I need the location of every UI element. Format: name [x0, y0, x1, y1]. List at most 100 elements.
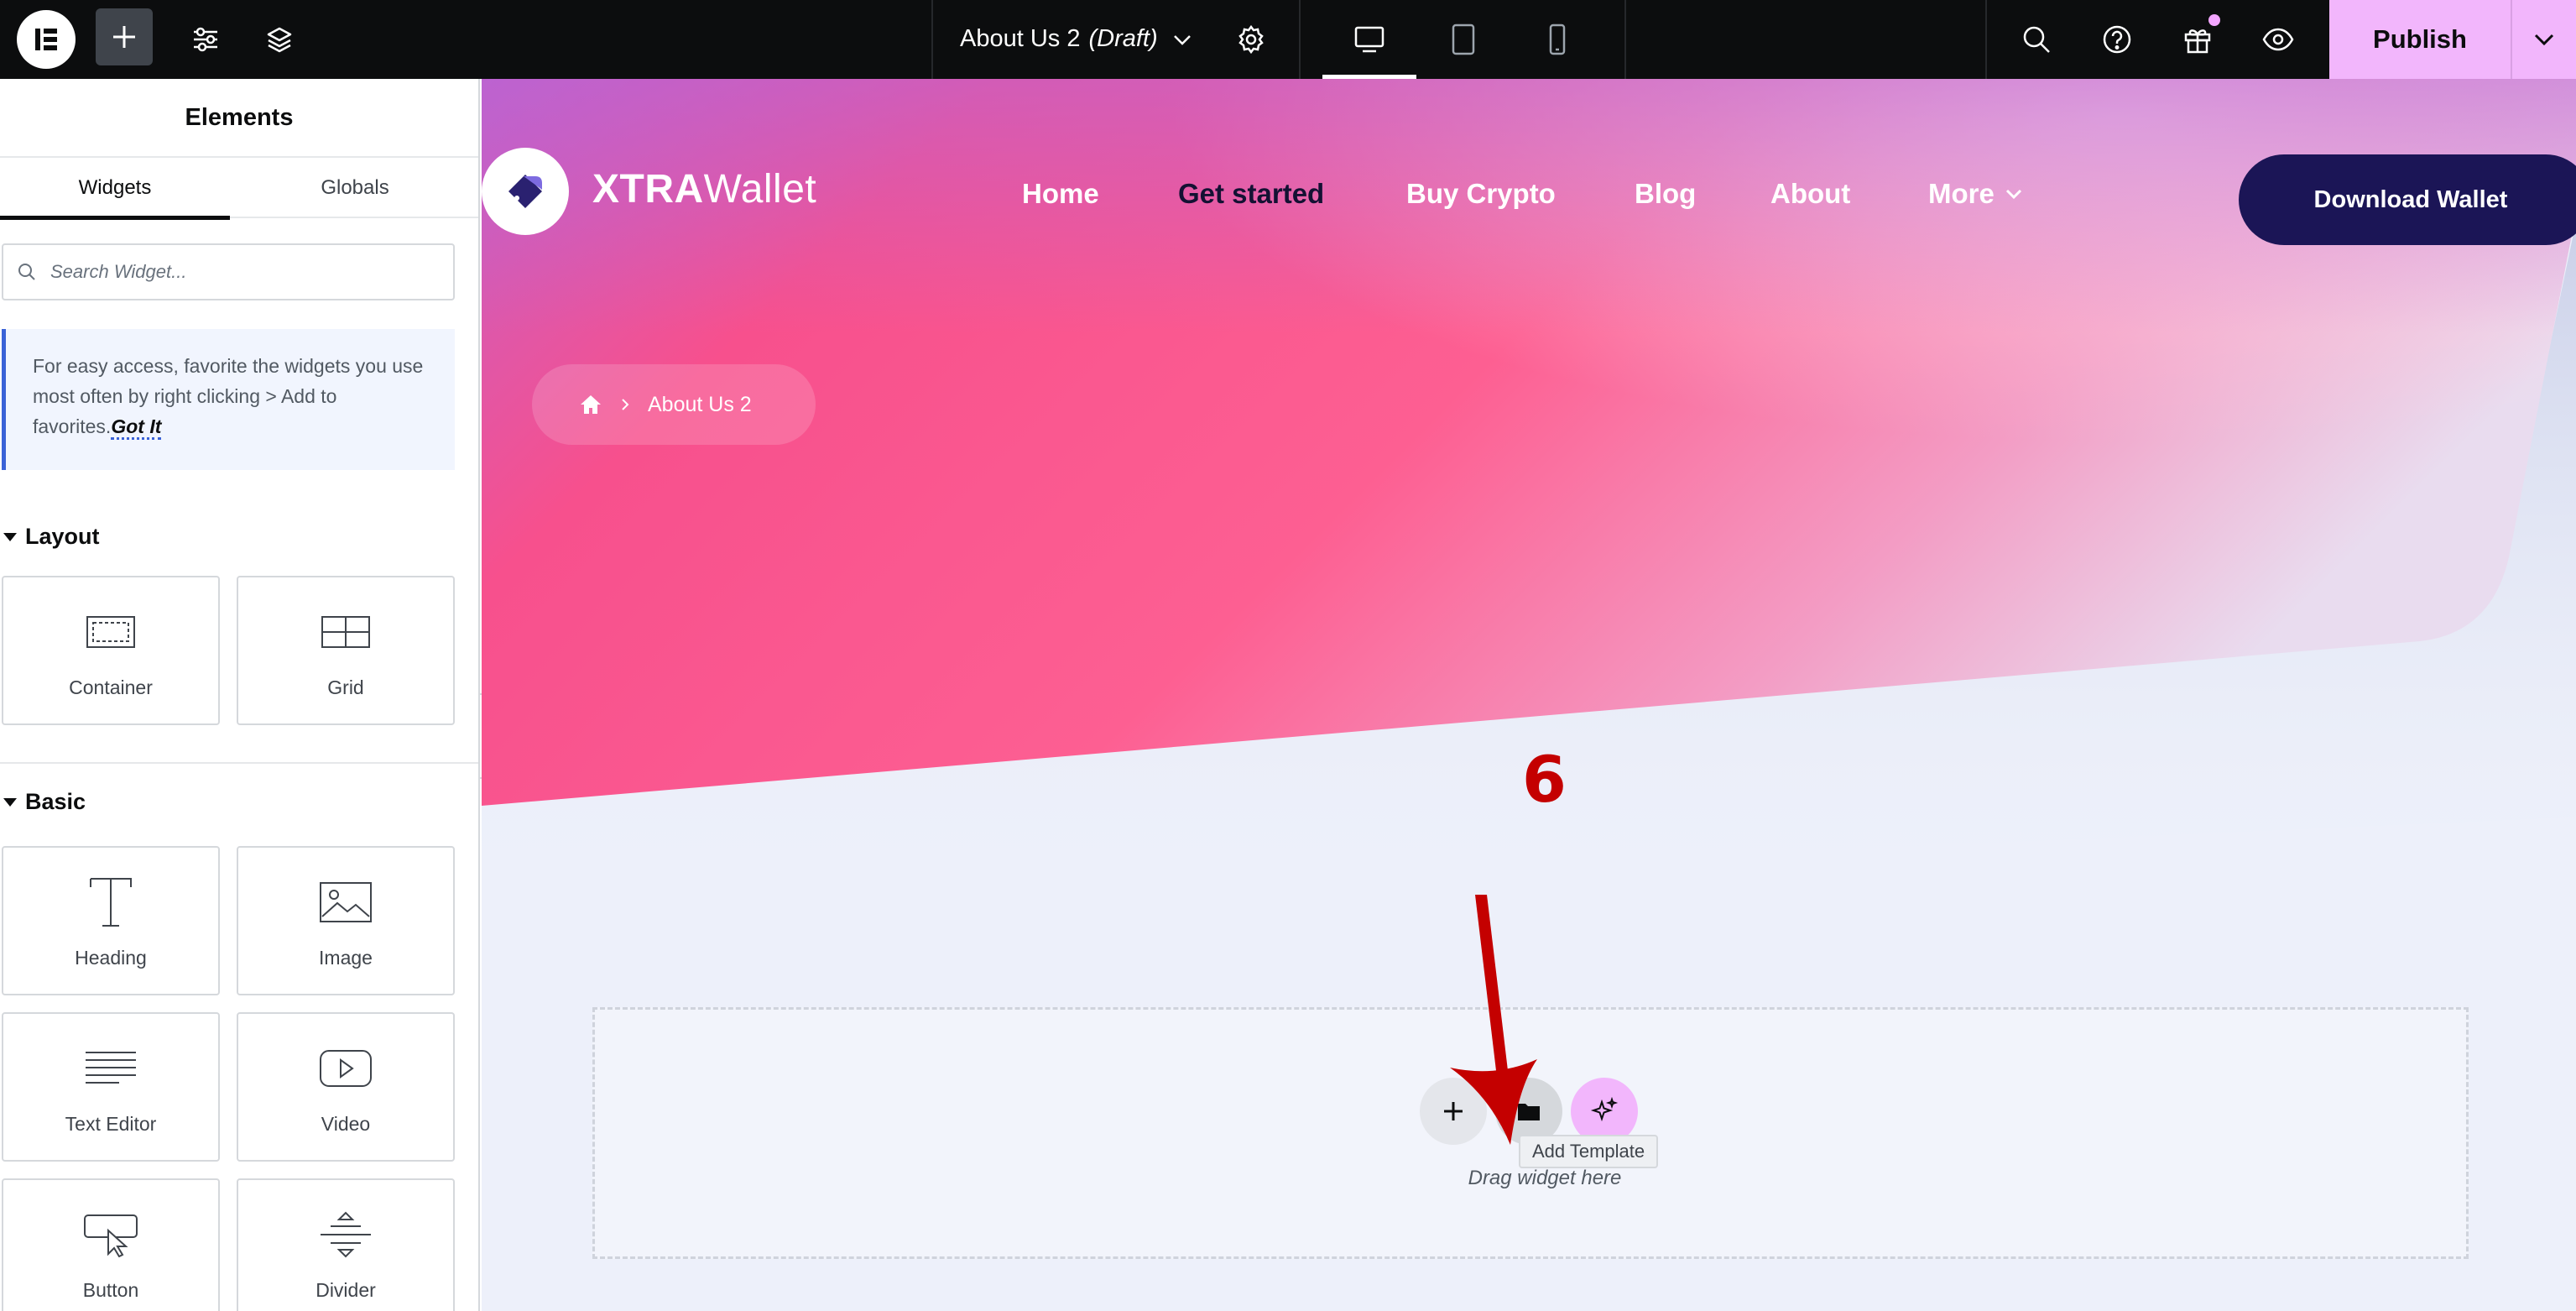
- publish-button[interactable]: Publish: [2329, 0, 2511, 79]
- chevron-down-icon: [2534, 34, 2554, 46]
- nav-about[interactable]: About: [1770, 178, 1850, 210]
- chevron-down-icon[interactable]: [1168, 25, 1197, 54]
- nav-buy-crypto[interactable]: Buy Crypto: [1406, 178, 1556, 210]
- widget-label: Image: [319, 947, 373, 969]
- plus-icon: [113, 26, 135, 48]
- document-status: (Draft): [1088, 24, 1158, 52]
- got-it-link[interactable]: Got It: [111, 415, 162, 440]
- widget-label: Button: [82, 1279, 139, 1301]
- topbar-divider: [1985, 0, 1987, 79]
- site-logo[interactable]: [482, 148, 569, 235]
- search-widget-input[interactable]: [50, 261, 445, 283]
- image-icon: [238, 873, 453, 932]
- elementor-logo-button[interactable]: [17, 10, 76, 69]
- add-element-button[interactable]: [96, 8, 153, 65]
- brand-light: Wallet: [703, 167, 817, 212]
- widget-container[interactable]: Container: [2, 576, 220, 725]
- caret-down-icon: [3, 797, 17, 807]
- mobile-view-button[interactable]: [1510, 0, 1604, 79]
- site-settings-button[interactable]: [176, 10, 235, 69]
- layers-icon: [267, 27, 292, 53]
- widget-label: Grid: [327, 676, 364, 698]
- section-basic-header[interactable]: Basic: [3, 789, 86, 815]
- breadcrumb: About Us 2: [532, 364, 816, 445]
- wallet-logo-icon: [508, 175, 542, 208]
- favorites-tip: For easy access, favorite the widgets yo…: [2, 329, 455, 470]
- nav-blog[interactable]: Blog: [1635, 178, 1696, 210]
- search-icon: [3, 245, 50, 299]
- gift-icon: [2184, 29, 2211, 54]
- button-icon: [3, 1205, 218, 1264]
- document-title[interactable]: About Us 2 (Draft): [960, 20, 1158, 57]
- structure-button[interactable]: [250, 10, 309, 69]
- nav-get-started[interactable]: Get started: [1178, 178, 1324, 210]
- section-divider: [0, 762, 478, 764]
- nav-home[interactable]: Home: [1022, 178, 1099, 210]
- eye-icon: [2262, 28, 2294, 51]
- topbar-divider: [1624, 0, 1626, 79]
- tab-widgets[interactable]: Widgets: [0, 158, 230, 220]
- chevron-down-icon: [2005, 189, 2021, 200]
- dropzone-text: Drag widget here: [1468, 1167, 1622, 1189]
- video-icon: [238, 1039, 453, 1098]
- finder-button[interactable]: [2007, 10, 2066, 69]
- widget-search: [2, 243, 455, 300]
- widget-label: Container: [69, 676, 153, 698]
- breadcrumb-current: About Us 2: [648, 392, 752, 416]
- home-icon[interactable]: [579, 394, 602, 415]
- publish-options-button[interactable]: [2511, 0, 2576, 79]
- widget-button[interactable]: Button: [2, 1178, 220, 1311]
- tablet-view-button[interactable]: [1416, 0, 1510, 79]
- section-basic-label: Basic: [25, 789, 86, 814]
- container-icon: [3, 603, 218, 661]
- widget-image[interactable]: Image: [237, 846, 455, 995]
- nav-more[interactable]: More: [1928, 178, 2025, 210]
- page-settings-button[interactable]: [1222, 10, 1280, 69]
- mobile-icon: [1549, 24, 1566, 55]
- widget-grid[interactable]: Grid: [237, 576, 455, 725]
- desktop-view-button[interactable]: [1322, 0, 1416, 79]
- widget-divider[interactable]: Divider: [237, 1178, 455, 1311]
- widget-label: Text Editor: [65, 1113, 157, 1135]
- desktop-icon: [1354, 26, 1384, 53]
- gear-icon: [1238, 24, 1264, 55]
- sliders-icon: [194, 27, 217, 52]
- help-button[interactable]: [2088, 10, 2146, 69]
- widget-label: Video: [321, 1113, 371, 1135]
- elementor-logo-icon: [35, 29, 57, 50]
- tablet-icon: [1452, 24, 1475, 55]
- search-icon: [2023, 26, 2050, 53]
- section-layout-header[interactable]: Layout: [3, 524, 100, 550]
- widget-label: Heading: [75, 947, 147, 969]
- tip-text: For easy access, favorite the widgets yo…: [33, 355, 424, 437]
- divider-icon: [238, 1205, 453, 1264]
- elements-panel: Elements Widgets Globals For easy access…: [0, 79, 480, 1311]
- text-editor-icon: [3, 1039, 218, 1098]
- help-icon: [2103, 25, 2131, 54]
- download-wallet-button[interactable]: Download Wallet: [2239, 154, 2576, 245]
- topbar-divider: [1299, 0, 1301, 79]
- sparkle-icon: [1590, 1097, 1619, 1122]
- widget-heading[interactable]: Heading: [2, 846, 220, 995]
- grid-icon: [238, 603, 453, 661]
- document-name: About Us 2: [960, 24, 1081, 52]
- topbar-divider: [931, 0, 933, 79]
- brand-bold: XTRA: [592, 167, 704, 212]
- tab-globals[interactable]: Globals: [240, 158, 470, 218]
- preview-button[interactable]: [2249, 10, 2307, 69]
- widget-video[interactable]: Video: [237, 1012, 455, 1162]
- chevron-right-icon: [622, 399, 629, 410]
- annotation-arrow-icon: [1450, 895, 1537, 1145]
- widget-text-editor[interactable]: Text Editor: [2, 1012, 220, 1162]
- editor-topbar: About Us 2 (Draft) Publish: [0, 0, 2576, 79]
- widget-label: Divider: [315, 1279, 376, 1301]
- notification-dot: [2208, 14, 2220, 26]
- nav-more-label: More: [1928, 178, 1995, 209]
- panel-tabs: Widgets Globals: [0, 156, 478, 220]
- caret-down-icon: [3, 532, 17, 541]
- section-layout-label: Layout: [25, 524, 100, 549]
- editor-canvas: XTRAWallet Home Get started Buy Crypto B…: [482, 79, 2576, 1311]
- panel-title: Elements: [185, 103, 294, 131]
- heading-icon: [3, 873, 218, 932]
- site-brand-name[interactable]: XTRAWallet: [592, 166, 816, 212]
